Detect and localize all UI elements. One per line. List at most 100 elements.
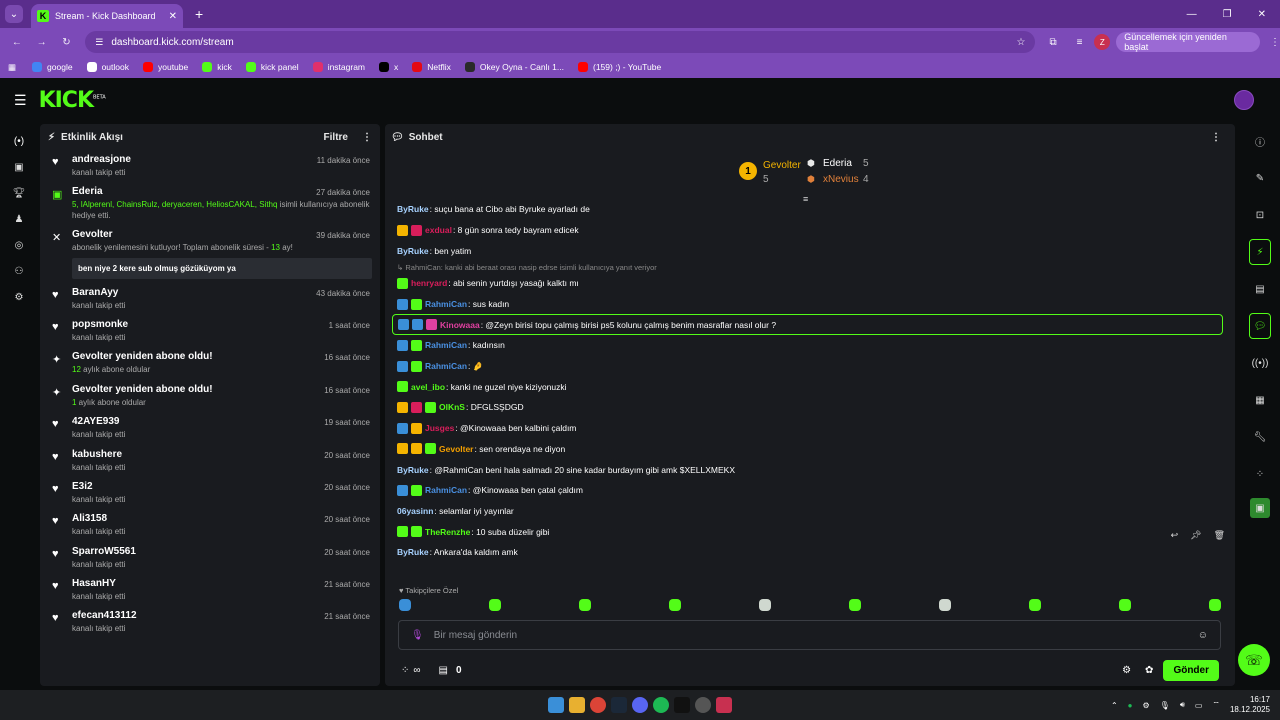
emote-icon[interactable]	[939, 599, 951, 611]
info-icon[interactable]: ⓘ	[1240, 128, 1280, 154]
steam-icon[interactable]	[611, 697, 627, 713]
tab-search-icon[interactable]: ⌄	[5, 5, 23, 23]
display-icon[interactable]: ▭	[1195, 701, 1203, 710]
bookmark-item[interactable]: Netflix	[412, 62, 451, 72]
edit-icon[interactable]: ✎	[1240, 165, 1280, 191]
activity-event[interactable]: ♥ andreasjone kanalı takip etti 11 dakika ö…	[40, 150, 380, 182]
spotify-icon[interactable]	[653, 697, 669, 713]
pin-icon[interactable]: 📌︎	[1190, 530, 1201, 541]
start-icon[interactable]	[548, 697, 564, 713]
users-nav-icon[interactable]: ⚇	[0, 258, 38, 284]
browser-menu-icon[interactable]: ⋮	[1270, 37, 1280, 48]
close-window-icon[interactable]: ✕	[1258, 9, 1266, 20]
chat-message[interactable]: TheRenzhe: 10 suba düzelir gibi	[385, 521, 1235, 542]
bookmark-item[interactable]: kick panel	[245, 62, 299, 72]
chat-username[interactable]: RahmiCan	[425, 485, 467, 495]
hamburger-menu-icon[interactable]: ☰	[14, 92, 27, 109]
store-icon[interactable]: ▤	[439, 665, 448, 676]
chat-username[interactable]: RahmiCan	[425, 361, 467, 371]
emote-icon[interactable]	[759, 599, 771, 611]
new-tab-icon[interactable]: +	[195, 6, 203, 22]
feed-menu-icon[interactable]: ⋮	[362, 132, 372, 143]
chat-message[interactable]: ByRuke: suçu bana at Cibo abi Byruke aya…	[385, 199, 1235, 220]
bookmark-item[interactable]: instagram	[312, 62, 365, 72]
chat-settings-icon[interactable]: ⚙	[1122, 665, 1131, 676]
browser-tab-active[interactable]: K Stream - Kick Dashboard ✕	[31, 4, 183, 28]
tray-app-icon[interactable]: ●	[1128, 701, 1133, 710]
tray-expand-icon[interactable]: ⌃	[1111, 701, 1118, 710]
gift-icon[interactable]: ✿	[1145, 665, 1153, 676]
chat-input[interactable]: 🎙︎ Bir mesaj gönderin ☺	[398, 620, 1221, 650]
site-info-icon[interactable]: ☰	[95, 37, 103, 48]
target-nav-icon[interactable]: ◎	[0, 232, 38, 258]
emote-icon[interactable]	[1119, 599, 1131, 611]
trophy-nav-icon[interactable]: 🏆︎	[0, 180, 38, 206]
mic-tray-icon[interactable]: 🎙︎	[1160, 701, 1170, 710]
chat-username[interactable]: ByRuke	[397, 465, 429, 475]
dashboard-nav-icon[interactable]: ▣	[0, 154, 38, 180]
bookmark-item[interactable]: (159) ;) - YouTube	[577, 62, 661, 72]
emote-icon[interactable]	[849, 599, 861, 611]
discord-icon[interactable]	[632, 697, 648, 713]
chat-message[interactable]: Jusges: @Kinowaaa ben kalbini çaldım	[385, 418, 1235, 439]
bookmark-item[interactable]: Okey Oyna - Canlı 1...	[464, 62, 564, 72]
chat-username[interactable]: ByRuke	[397, 204, 429, 214]
chat-username[interactable]: OlKnS	[439, 402, 465, 412]
chat-username[interactable]: Kinowaaa	[440, 320, 480, 330]
activity-event[interactable]: ♥ Ali3158 kanalı takip etti 20 saat önce	[40, 509, 380, 541]
tools-icon[interactable]: 🔧︎	[1240, 424, 1280, 450]
emoji-picker-icon[interactable]: ☺	[1198, 630, 1208, 641]
delete-icon[interactable]: 🗑︎	[1214, 530, 1225, 541]
activity-event[interactable]: ▣ Ederia 5, lAlperenl, ChainsRulz, deryace…	[40, 182, 380, 225]
steam-tray-icon[interactable]: ⚙	[1142, 701, 1149, 710]
emote-icon[interactable]	[399, 599, 411, 611]
chat-username[interactable]: RahmiCan	[425, 299, 467, 309]
minimize-icon[interactable]: —	[1187, 9, 1197, 20]
emote-icon[interactable]	[1029, 599, 1041, 611]
profile-avatar[interactable]: Z	[1094, 34, 1111, 50]
reply-icon[interactable]: ↩	[1171, 530, 1179, 541]
url-field[interactable]: ☰ dashboard.kick.com/stream ☆	[85, 31, 1036, 53]
chat-message[interactable]: avel_ibo: kanki ne guzel niye kiziyonuzk…	[385, 377, 1235, 398]
chat-menu-icon[interactable]: ⋮	[1211, 132, 1221, 143]
bookmark-item[interactable]: youtube	[142, 62, 188, 72]
bookmark-item[interactable]: google	[32, 62, 73, 72]
restore-icon[interactable]: ❐	[1223, 9, 1232, 20]
chat-message[interactable]: henryard: abi senin yurtdışı yasağı kalk…	[385, 273, 1235, 294]
back-icon[interactable]: ←	[6, 37, 28, 48]
emote-icon[interactable]	[579, 599, 591, 611]
chat-message[interactable]: ByRuke: ben yatim	[385, 240, 1235, 261]
support-chat-icon[interactable]: ☏	[1238, 644, 1270, 676]
chat-message[interactable]: RahmiCan: sus kadın	[385, 294, 1235, 315]
update-button[interactable]: Güncellemek için yeniden başlat	[1116, 32, 1260, 52]
chat-message[interactable]: RahmiCan: kadınsın	[385, 335, 1235, 356]
chat-toggle-icon[interactable]: 💬︎	[1249, 313, 1271, 339]
notes-icon[interactable]: ▤	[1240, 276, 1280, 302]
activity-event[interactable]: ✦ Gevolter yeniden abone oldu! 1 aylık abo…	[40, 380, 380, 412]
chat-username[interactable]: exdual	[425, 225, 452, 235]
activity-event[interactable]: ♥ BaranAyy kanalı takip etti 43 dakika önce	[40, 283, 380, 315]
chat-message[interactable]: ByRuke: @RahmiCan beni hala salmadı 20 s…	[385, 459, 1235, 480]
bookmark-item[interactable]: x	[379, 62, 398, 72]
capture-icon[interactable]: ⊡	[1240, 202, 1280, 228]
bookmark-item[interactable]: kick	[202, 62, 232, 72]
leader-second-name[interactable]: Ederia	[823, 158, 852, 169]
chat-message[interactable]: OlKnS: DFGLSŞDGD	[385, 397, 1235, 418]
chat-username[interactable]: RahmiCan	[425, 340, 467, 350]
chat-username[interactable]: TheRenzhe	[425, 527, 470, 537]
reload-icon[interactable]: ↻	[56, 37, 78, 48]
leader-third-name[interactable]: xNevius	[823, 174, 859, 185]
send-button[interactable]: Gönder	[1163, 659, 1219, 681]
app-icon[interactable]	[716, 697, 732, 713]
chat-message[interactable]: Kinowaaa: @Zeyn birisi topu çalmış biris…	[392, 314, 1223, 336]
bookmark-item[interactable]: outlook	[86, 62, 129, 72]
chat-username[interactable]: 06yasinn	[397, 506, 433, 516]
clock[interactable]: 16:17 18.12.2025	[1230, 695, 1270, 716]
forward-icon[interactable]: →	[31, 37, 53, 48]
bookmark-star-icon[interactable]: ☆	[1016, 37, 1025, 48]
layout-icon[interactable]: ▦	[1240, 387, 1280, 413]
chat-username[interactable]: ByRuke	[397, 246, 429, 256]
activity-event[interactable]: ♥ SparroW5561 kanalı takip etti 20 saat önc…	[40, 542, 380, 574]
activity-event[interactable]: ♥ kabushere kanalı takip etti 20 saat önce	[40, 445, 380, 477]
chat-message[interactable]: RahmiCan: 🤌	[385, 356, 1235, 377]
